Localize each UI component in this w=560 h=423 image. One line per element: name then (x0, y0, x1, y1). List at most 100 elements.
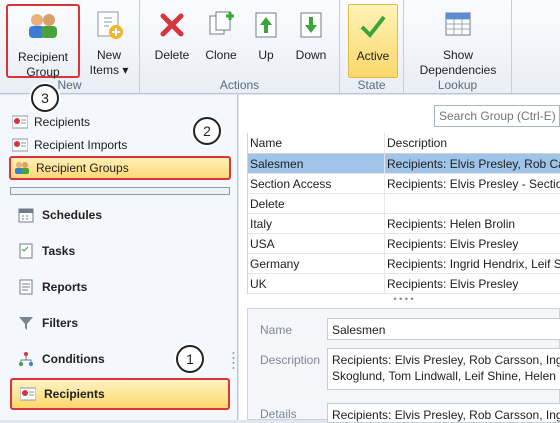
arrow-up-icon (249, 8, 283, 42)
ribbon-group-new: Recipient Group New Items ▾ New (0, 0, 140, 94)
column-header-description[interactable]: Description (385, 133, 560, 153)
details-label: Details (260, 407, 297, 421)
active-button[interactable]: Active (348, 4, 398, 78)
cell-description: Recipients: Elvis Presley - Section (387, 177, 560, 191)
cell-description: Recipients: Elvis Presley (387, 277, 519, 291)
cell-name: Section Access (248, 174, 385, 193)
recipients-icon (20, 387, 36, 401)
down-label: Down (295, 48, 327, 62)
vertical-grip[interactable] (232, 350, 235, 370)
cell-name: Salesmen (248, 154, 385, 173)
show-deps-label-1: Show (442, 48, 474, 62)
cell-name: Delete (248, 194, 385, 213)
nav-label: Recipients (44, 387, 105, 401)
table-row[interactable]: Germany Recipients: Ingrid Hendrix, Leif… (248, 254, 560, 274)
description-line-2: Skoglund, Tom Lindwall, Leif Shine, Hele… (332, 369, 560, 383)
active-label: Active (356, 49, 390, 63)
down-button[interactable]: Down (290, 4, 332, 78)
cell-name: Germany (248, 254, 385, 273)
nav-tasks[interactable]: Tasks (10, 236, 230, 266)
clone-icon (204, 8, 238, 42)
nav-filters[interactable]: Filters (10, 308, 230, 338)
tree-item-recipient-groups[interactable]: Recipient Groups (9, 156, 231, 180)
new-items-icon (92, 8, 126, 42)
filters-icon (19, 317, 33, 330)
new-items-label-2: Items ▾ (89, 63, 129, 77)
ribbon-group-label-lookup: Lookup (437, 78, 478, 92)
table-row[interactable]: Delete (248, 194, 560, 214)
ribbon-group-lookup: Show Dependencies Lookup (404, 0, 512, 94)
delete-label: Delete (154, 48, 190, 62)
cell-name: USA (248, 234, 385, 253)
horizontal-splitter[interactable]: • • • • (247, 295, 560, 304)
groups-grid: Name Description Salesmen Recipients: El… (247, 133, 560, 294)
schedules-icon (18, 208, 34, 223)
arrow-down-icon (294, 8, 328, 42)
checkmark-icon (356, 9, 390, 43)
tasks-icon (19, 243, 33, 259)
table-row[interactable]: UK Recipients: Elvis Presley (248, 274, 560, 294)
tree-item-recipient-imports[interactable]: Recipient Imports (12, 135, 127, 155)
nav-splitter[interactable] (10, 187, 230, 195)
tree-item-label: Recipient Groups (36, 161, 129, 175)
new-items-label-1: New (96, 48, 121, 62)
description-field[interactable]: Recipients: Elvis Presley, Rob Carsson, … (327, 348, 560, 390)
tree-item-recipients[interactable]: Recipients (12, 112, 90, 132)
clone-label: Clone (205, 48, 237, 62)
cell-description: Recipients: Elvis Presley (387, 237, 519, 251)
recipient-groups-icon (15, 162, 29, 174)
description-line-1: Recipients: Elvis Presley, Rob Carsson, … (332, 353, 560, 367)
cell-description: Recipients: Helen Brolin (387, 217, 516, 231)
recipient-group-label-1: Recipient (17, 50, 69, 64)
cell-name: Italy (248, 214, 385, 233)
recipient-group-button[interactable]: Recipient Group (6, 4, 80, 79)
table-row[interactable]: Italy Recipients: Helen Brolin (248, 214, 560, 234)
clone-button[interactable]: Clone (200, 4, 242, 78)
conditions-icon (19, 352, 33, 366)
dependencies-icon (441, 8, 475, 42)
grid-header: Name Description (248, 133, 560, 154)
up-button[interactable]: Up (248, 4, 284, 78)
table-row[interactable]: Section Access Recipients: Elvis Presley… (248, 174, 560, 194)
recipient-imports-icon (12, 138, 28, 152)
name-label: Name (260, 323, 293, 337)
callout-1: 1 (176, 345, 204, 373)
delete-button[interactable]: Delete (150, 4, 194, 78)
description-label: Description (260, 353, 321, 367)
recipients-icon (12, 115, 28, 129)
ribbon-group-label-new: New (57, 78, 82, 92)
nav-label: Filters (42, 316, 79, 330)
up-label: Up (258, 48, 274, 62)
nav-label: Conditions (42, 352, 105, 366)
cell-description: Recipients: Elvis Presley, Rob Carsson (387, 157, 560, 171)
cell-description: Recipients: Ingrid Hendrix, Leif Sh (387, 257, 560, 271)
nav-label: Reports (42, 280, 88, 294)
nav-schedules[interactable]: Schedules (10, 200, 230, 230)
nav-label: Schedules (42, 208, 103, 222)
tree-item-label: Recipient Imports (34, 138, 128, 152)
tree-item-label: Recipients (34, 115, 91, 129)
nav-reports[interactable]: Reports (10, 272, 230, 302)
ribbon-group-label-actions: Actions (219, 78, 260, 92)
details-field[interactable]: Recipients: Elvis Presley, Rob Carsson, … (327, 403, 560, 423)
table-row[interactable]: Salesmen Recipients: Elvis Presley, Rob … (248, 154, 560, 174)
delete-icon (155, 8, 189, 42)
reports-icon (19, 279, 33, 295)
show-dependencies-button[interactable]: Show Dependencies (410, 4, 506, 78)
ribbon-group-state: Active State (340, 0, 404, 94)
search-input[interactable] (434, 105, 560, 127)
cell-name: UK (248, 274, 385, 293)
ribbon-group-label-state: State (357, 78, 386, 92)
ribbon-group-actions: Delete Clone Up Down Actions (140, 0, 340, 94)
nav-label: Tasks (42, 244, 76, 258)
details-panel: Name Salesmen Description Recipients: El… (247, 308, 560, 423)
show-deps-label-2: Dependencies (419, 63, 497, 77)
new-items-button[interactable]: New Items ▾ (84, 4, 134, 78)
cell-description (385, 194, 560, 213)
recipient-group-icon (26, 10, 60, 44)
name-field[interactable]: Salesmen (327, 318, 560, 340)
column-header-name[interactable]: Name (248, 133, 385, 153)
table-row[interactable]: USA Recipients: Elvis Presley (248, 234, 560, 254)
ribbon: Recipient Group New Items ▾ New Delete C… (0, 0, 560, 94)
nav-recipients[interactable]: Recipients (10, 378, 230, 410)
